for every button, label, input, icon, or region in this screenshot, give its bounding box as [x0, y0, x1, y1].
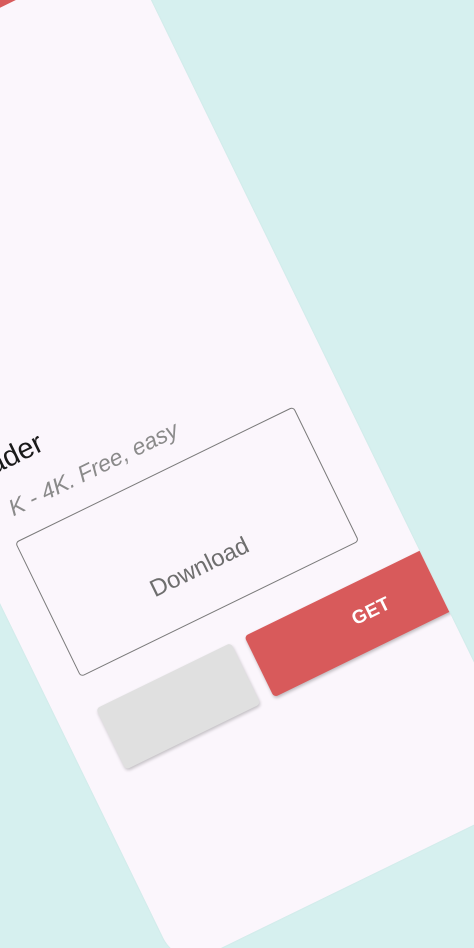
phone-screen: 03 ader K - 4K. Free, easy GET — [0, 0, 474, 948]
scene: 03 ader K - 4K. Free, easy GET — [0, 0, 474, 948]
paste-button[interactable] — [95, 642, 261, 770]
app-title: ader — [0, 427, 49, 482]
status-bar: 03 — [0, 0, 125, 123]
